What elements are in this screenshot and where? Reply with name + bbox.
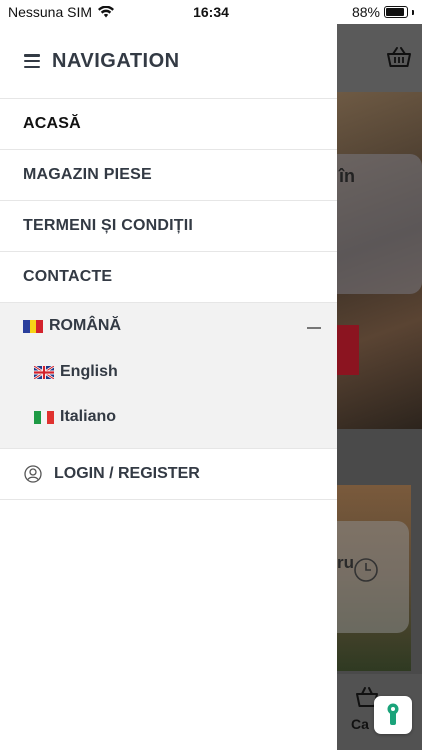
language-current-label: ROMÂNĂ bbox=[49, 317, 121, 334]
background-hero-image: în bbox=[337, 92, 422, 429]
menu-item-termeni-si-conditii[interactable]: TERMENI ȘI CONDIȚII bbox=[0, 201, 337, 252]
language-option-italiano-label: Italiano bbox=[60, 408, 117, 425]
drawer-title: NAVIGATION bbox=[52, 49, 180, 72]
language-option-english-label: English bbox=[60, 363, 118, 380]
gb-flag-icon bbox=[34, 365, 54, 379]
hamburger-menu-icon[interactable] bbox=[24, 54, 40, 68]
background-card-text: ru bbox=[337, 553, 354, 572]
battery-level bbox=[386, 8, 404, 16]
background-app-overlay[interactable]: în ru Ca bbox=[337, 24, 422, 750]
collapse-icon[interactable] bbox=[307, 327, 321, 329]
user-icon bbox=[24, 465, 42, 483]
menu-item-contacte[interactable]: CONTACTE bbox=[0, 252, 337, 303]
status-bar: Nessuna SIM 16:34 88% bbox=[0, 0, 422, 24]
background-red-button bbox=[337, 325, 359, 375]
drawer-header: NAVIGATION bbox=[0, 24, 337, 99]
language-option-italiano[interactable]: Italiano bbox=[34, 408, 116, 426]
clock-icon bbox=[354, 558, 378, 582]
login-register-label: LOGIN / REGISTER bbox=[54, 465, 200, 482]
navigation-drawer: NAVIGATION ACASĂ MAGAZIN PIESE TERMENI Ș… bbox=[0, 24, 337, 750]
battery-percent: 88% bbox=[351, 4, 380, 20]
it-flag-icon bbox=[34, 410, 55, 424]
background-header bbox=[337, 24, 422, 92]
menu-item-acasa[interactable]: ACASĂ bbox=[0, 99, 337, 150]
language-section: ROMÂNĂ English Italiano bbox=[0, 303, 337, 449]
menu-item-magazin-piese[interactable]: MAGAZIN PIESE bbox=[0, 150, 337, 201]
battery-icon bbox=[384, 6, 408, 18]
background-hero-text: în bbox=[339, 166, 355, 186]
language-current[interactable]: ROMÂNĂ bbox=[23, 317, 121, 335]
keyhole-icon bbox=[387, 703, 399, 725]
background-card: ru bbox=[337, 485, 411, 671]
keyhole-lock-button[interactable] bbox=[374, 696, 412, 734]
basket-icon[interactable] bbox=[386, 46, 412, 68]
language-option-english[interactable]: English bbox=[34, 363, 118, 381]
background-tab-label: Ca bbox=[351, 716, 369, 732]
login-register-item[interactable]: LOGIN / REGISTER bbox=[0, 449, 337, 500]
status-battery: 88% bbox=[352, 4, 414, 20]
battery-cap bbox=[412, 9, 414, 15]
ro-flag-icon bbox=[23, 319, 44, 333]
